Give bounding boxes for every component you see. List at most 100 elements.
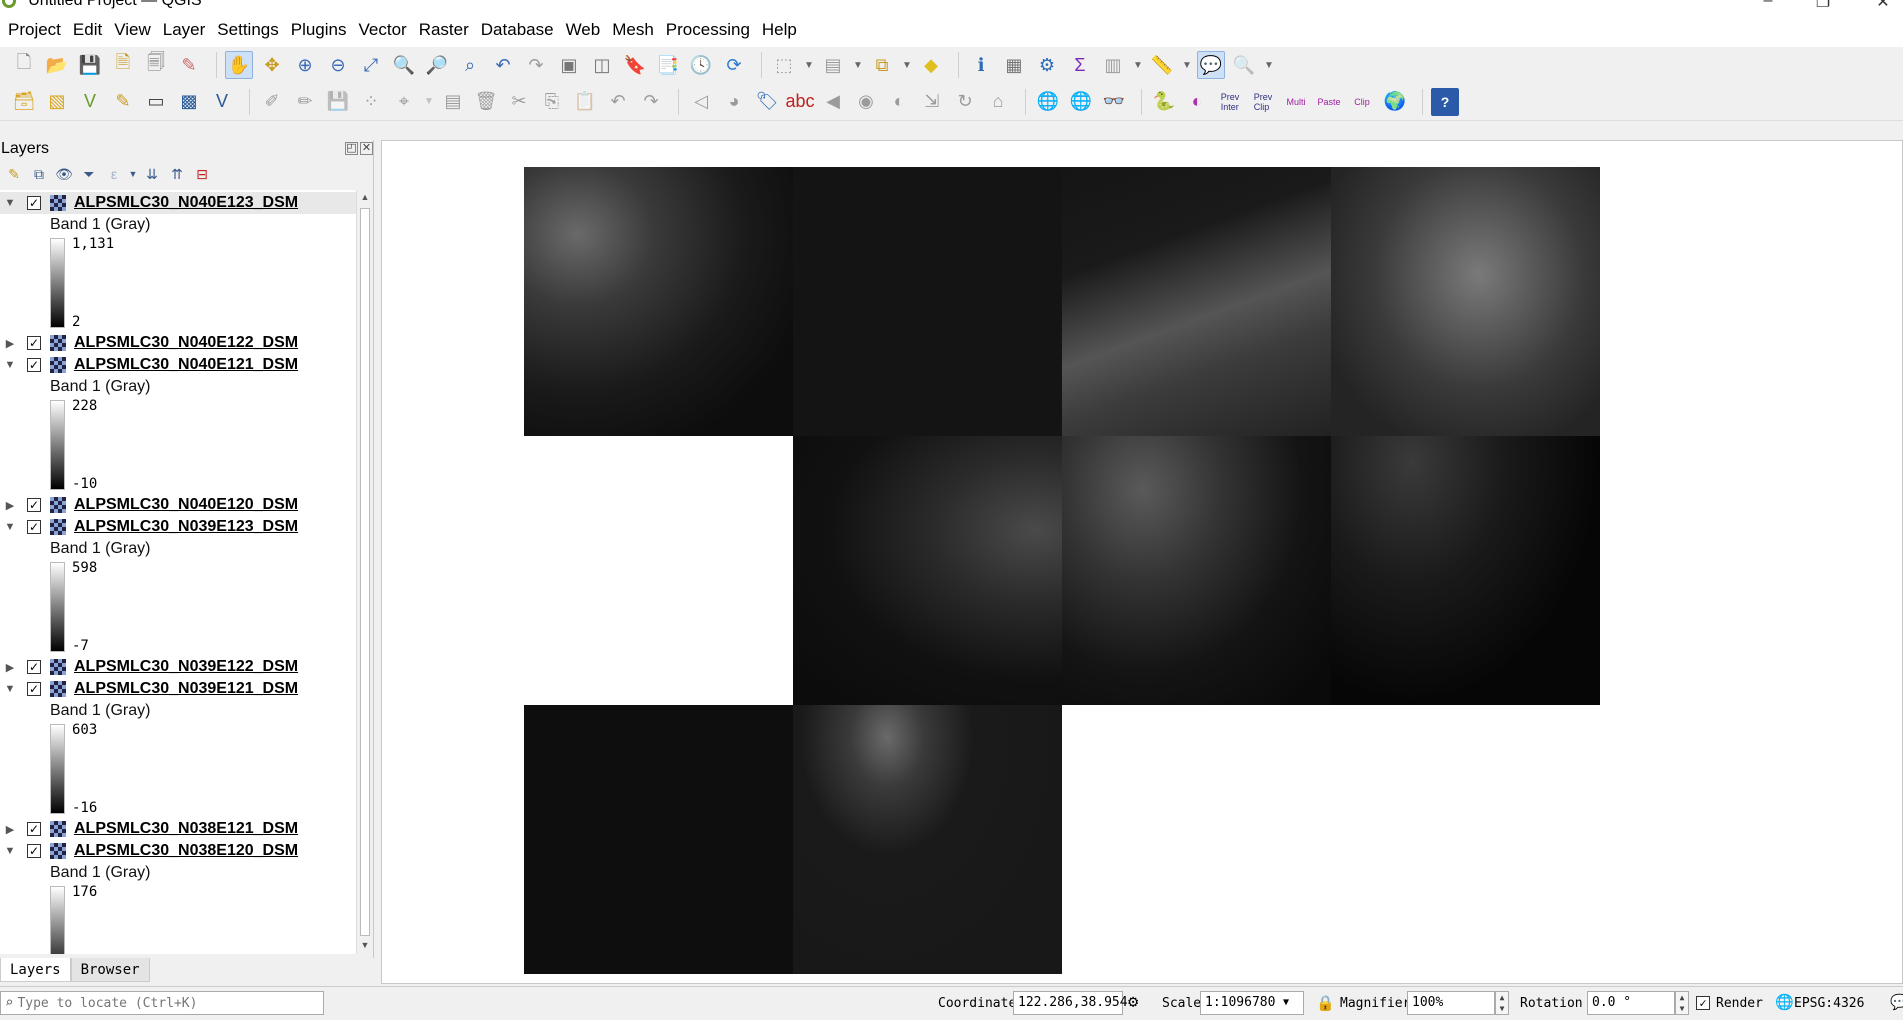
layer-row[interactable]: ▼ ✓ ALPSMLC30_N039E123_DSM <box>0 516 356 538</box>
undo-icon[interactable]: ↶ <box>604 88 632 116</box>
toggle-editing-icon[interactable]: ✏ <box>291 88 319 116</box>
layer-visibility-checkbox[interactable]: ✓ <box>27 520 41 534</box>
highlight-pinned-labels-icon[interactable]: ◀ <box>819 88 847 116</box>
menu-raster[interactable]: Raster <box>413 20 475 40</box>
tab-browser[interactable]: Browser <box>70 958 150 982</box>
layer-visibility-checkbox[interactable]: ✓ <box>27 498 41 512</box>
cut-features-icon[interactable]: ✂ <box>505 88 533 116</box>
locator-bar[interactable]: ⌕ <box>0 991 324 1015</box>
layer-diagram-options-icon[interactable]: abc <box>785 88 814 116</box>
menu-processing[interactable]: Processing <box>660 20 756 40</box>
expand-arrow-icon[interactable]: ▶ <box>4 337 16 350</box>
magnifier-field[interactable]: 100% <box>1407 991 1495 1015</box>
scroll-down-icon[interactable]: ▼ <box>359 940 371 950</box>
menu-layer[interactable]: Layer <box>157 20 212 40</box>
collapse-arrow-icon[interactable]: ▼ <box>4 845 16 857</box>
layer-row[interactable]: ▼ ✓ ALPSMLC30_N040E121_DSM <box>0 354 356 376</box>
render-checkbox[interactable]: ✓ <box>1696 996 1710 1010</box>
plugin-clip-all-icon[interactable]: Clip <box>1348 88 1376 116</box>
diagram-tool-icon[interactable]: ◕ <box>720 88 748 116</box>
new-virtual-layer-icon[interactable]: ▭ <box>142 88 170 116</box>
menu-mesh[interactable]: Mesh <box>606 20 660 40</box>
crs-globe-icon[interactable]: 🌐 <box>1775 993 1794 1011</box>
layer-visibility-checkbox[interactable]: ✓ <box>27 822 41 836</box>
select-location-icon[interactable]: ◆ <box>917 51 945 79</box>
minimize-button[interactable]: – <box>1758 0 1778 10</box>
collapse-arrow-icon[interactable]: ▼ <box>4 359 16 371</box>
pin-labels-icon[interactable]: ◉ <box>852 88 880 116</box>
statistical-summary-icon[interactable]: Σ <box>1066 51 1094 79</box>
expand-all-icon[interactable]: ⇊ <box>142 164 162 184</box>
new-shapefile-layer-icon[interactable]: V <box>76 88 104 116</box>
deselect-features-icon[interactable]: ⧉ <box>868 51 896 79</box>
add-raster-layer-icon[interactable]: ▩ <box>175 88 203 116</box>
layer-visibility-checkbox[interactable]: ✓ <box>27 358 41 372</box>
menu-project[interactable]: Project <box>2 20 67 40</box>
chevron-down-icon[interactable]: ▼ <box>901 51 913 79</box>
rotate-label-icon[interactable]: ↻ <box>951 88 979 116</box>
open-attribute-table-icon[interactable]: ▦ <box>1000 51 1028 79</box>
new-print-layout-icon[interactable]: 🗎 <box>109 51 137 79</box>
layer-row[interactable]: ▶ ✓ ALPSMLC30_N040E120_DSM <box>0 494 356 516</box>
chevron-down-icon[interactable]: ▼ <box>1283 997 1289 1008</box>
modify-attributes-icon[interactable]: ▤ <box>439 88 467 116</box>
menu-view[interactable]: View <box>108 20 157 40</box>
zoom-full-icon[interactable]: ⤢ <box>357 51 385 79</box>
menu-web[interactable]: Web <box>560 20 607 40</box>
plugin-multi-icon[interactable]: Multi <box>1282 88 1310 116</box>
refresh-icon[interactable]: ⟳ <box>720 51 748 79</box>
rotation-stepper[interactable]: ▲ ▼ <box>1675 991 1689 1015</box>
collapse-all-icon[interactable]: ⇈ <box>167 164 187 184</box>
help-icon[interactable]: ? <box>1431 87 1459 116</box>
chevron-down-icon[interactable]: ▼ <box>1132 51 1144 79</box>
add-vector-layer-icon[interactable]: V <box>208 88 236 116</box>
select-features-icon[interactable]: ⬚ <box>770 51 798 79</box>
new-geopackage-layer-icon[interactable]: ▧ <box>43 88 71 116</box>
paste-features-icon[interactable]: 📋 <box>571 88 599 116</box>
collapse-arrow-icon[interactable]: ▼ <box>4 683 16 695</box>
layer-visibility-checkbox[interactable]: ✓ <box>27 336 41 350</box>
move-label-icon[interactable]: ⇲ <box>918 88 946 116</box>
maximize-button[interactable]: ❐ <box>1813 0 1833 12</box>
map-canvas[interactable] <box>381 140 1903 984</box>
vertex-tool-icon[interactable]: ⌖ <box>390 88 418 116</box>
manage-map-themes-icon[interactable]: 👁 <box>54 164 74 184</box>
label-tool-icon[interactable]: ◁ <box>687 88 715 116</box>
plugin-paste-icon[interactable]: Paste <box>1315 88 1343 116</box>
layer-row[interactable]: ▶ ✓ ALPSMLC30_N038E121_DSM <box>0 818 356 840</box>
plugin-prev-inter-icon[interactable]: Prev Inter <box>1216 88 1244 116</box>
layer-row[interactable]: ▼ ✓ ALPSMLC30_N038E120_DSM <box>0 840 356 862</box>
menu-help[interactable]: Help <box>756 20 803 40</box>
remove-layer-icon[interactable]: ⊟ <box>192 164 212 184</box>
new-map-view-icon[interactable]: ▣ <box>555 51 583 79</box>
filter-by-expression-icon[interactable]: ε <box>104 164 124 184</box>
temporal-controller-icon[interactable]: 🕓 <box>687 51 715 79</box>
menu-edit[interactable]: Edit <box>67 20 108 40</box>
select-by-value-icon[interactable]: ▤ <box>819 51 847 79</box>
expand-arrow-icon[interactable]: ▶ <box>4 499 16 512</box>
scrollbar-thumb[interactable] <box>360 208 370 936</box>
layer-labeling-options-icon[interactable]: 🏷 <box>753 88 781 116</box>
menu-vector[interactable]: Vector <box>353 20 413 40</box>
tab-layers[interactable]: Layers <box>0 958 71 982</box>
georeferencer-icon[interactable]: 👓 <box>1100 88 1128 116</box>
map-tips-icon[interactable]: 💬 <box>1197 51 1225 79</box>
layout-manager-icon[interactable]: 🗐 <box>142 51 170 79</box>
layer-visibility-checkbox[interactable]: ✓ <box>27 844 41 858</box>
zoom-to-selection-icon[interactable]: 🔍 <box>390 51 418 79</box>
close-panel-icon[interactable]: ✕ <box>360 142 373 155</box>
layer-row[interactable]: ▶ ✓ ALPSMLC30_N039E122_DSM <box>0 656 356 678</box>
delete-selected-icon[interactable]: 🗑 <box>472 88 500 116</box>
plugin-tool-1-icon[interactable]: ◐ <box>1183 88 1211 116</box>
layer-row[interactable]: ▶ ✓ ALPSMLC30_N040E122_DSM <box>0 332 356 354</box>
rotation-field[interactable]: 0.0 ° <box>1587 991 1675 1015</box>
save-layer-edits-icon[interactable]: 💾 <box>324 88 352 116</box>
menu-settings[interactable]: Settings <box>211 20 284 40</box>
new-spatial-bookmark-icon[interactable]: 🔖 <box>621 51 649 79</box>
open-project-icon[interactable]: 📂 <box>43 51 71 79</box>
open-field-calculator-icon[interactable]: ▥ <box>1099 51 1127 79</box>
globe-icon[interactable]: 🌍 <box>1381 88 1409 116</box>
toggle-extents-icon[interactable]: ⚙ <box>1128 992 1138 1012</box>
new-temporary-layer-icon[interactable]: ✎ <box>109 88 137 116</box>
layer-tree-scrollbar[interactable]: ▲ ▼ <box>356 190 372 954</box>
